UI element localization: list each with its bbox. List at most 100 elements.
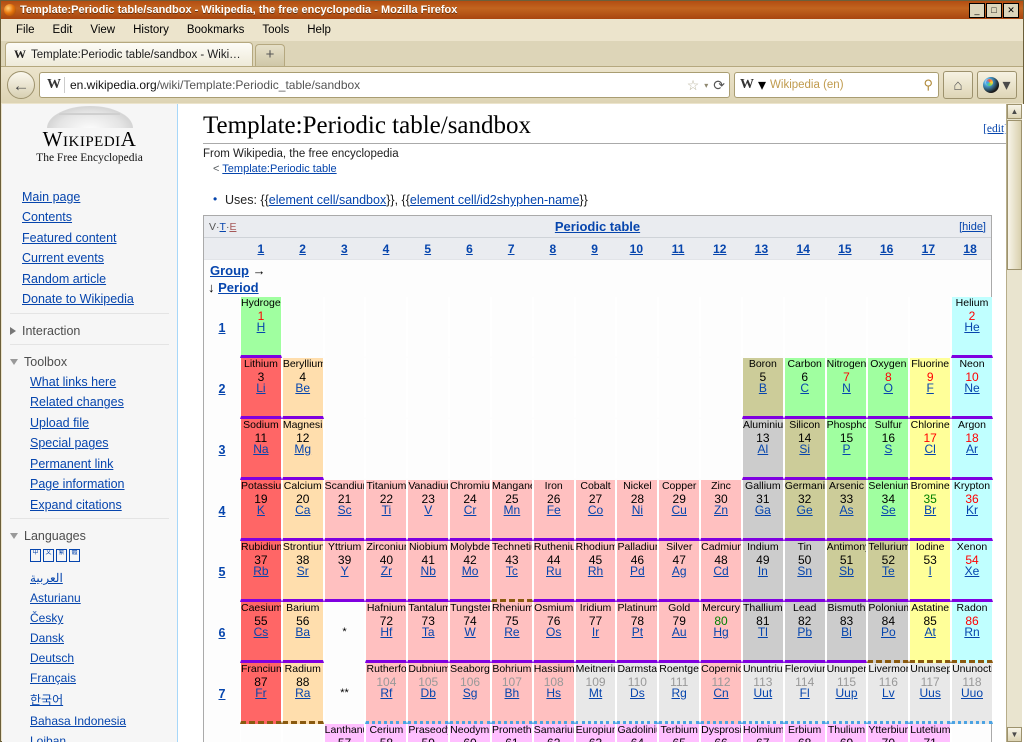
element-cell-er[interactable]: Erbium68Er (783, 724, 826, 742)
element-symbol-link[interactable]: Hf (380, 625, 392, 639)
element-cell-zn[interactable]: Zinc 30 Zn (700, 480, 742, 541)
element-symbol-link[interactable]: Ds (630, 686, 645, 700)
group-link[interactable]: 7 (508, 242, 515, 256)
minimize-button[interactable]: _ (969, 2, 985, 18)
element-cell-ta[interactable]: Tantalum 73 Ta (407, 602, 450, 663)
element-cell-uus[interactable]: Ununseptium117Uus (909, 663, 952, 724)
element-cell-fl[interactable]: Flerovium114Fl (783, 663, 826, 724)
element-symbol-link[interactable]: Sr (297, 564, 309, 578)
back-button[interactable]: ← (7, 71, 35, 99)
search-icon[interactable]: ⚲ (923, 77, 933, 93)
element-symbol-link[interactable]: Rg (672, 686, 687, 700)
element-cell-kr[interactable]: Krypton 36 Kr (951, 480, 993, 541)
element-symbol-link[interactable]: Fl (800, 686, 810, 700)
element-cell-ni[interactable]: Nickel 28 Ni (616, 480, 659, 541)
element-cell-cs[interactable]: Caesium 55 Cs (240, 602, 282, 663)
element-cell-cu[interactable]: Copper 29 Cu (658, 480, 701, 541)
group-link[interactable]: 8 (550, 242, 557, 256)
search-bar[interactable]: W ▾ Wikipedia (en) ⚲ (734, 72, 939, 98)
element-cell-pr[interactable]: Praseodymium59Pr (407, 724, 450, 742)
element-cell-uut[interactable]: Ununtrium113Uut (741, 663, 784, 724)
element-symbol-link[interactable]: As (840, 503, 854, 517)
element-cell-sg[interactable]: Seaborgium106Sg (449, 663, 491, 724)
element-symbol-link[interactable]: Hg (713, 625, 728, 639)
element-symbol-link[interactable]: Sc (338, 503, 352, 517)
element-cell-cr[interactable]: Chromium24Cr (449, 480, 491, 541)
sidebar-item-page-information[interactable]: Page information (30, 477, 171, 491)
element-cell-ho[interactable]: Holmium67Ho (741, 724, 784, 742)
group-link[interactable]: 11 (672, 242, 685, 256)
sidebar-item-lang-cesky[interactable]: Česky (30, 611, 171, 625)
element-cell-f[interactable]: Fluorine 9 F (909, 358, 952, 419)
element-symbol-link[interactable]: Co (588, 503, 603, 517)
element-cell-lv[interactable]: Livermorium116Lv (867, 663, 910, 724)
sidebar-item-donate[interactable]: Donate to Wikipedia (22, 292, 171, 306)
group-link[interactable]: 2 (299, 242, 306, 256)
element-cell-ca[interactable]: Calcium 20 Ca (281, 480, 324, 541)
element-symbol-link[interactable]: Fe (547, 503, 561, 517)
element-symbol-link[interactable]: Ir (592, 625, 599, 639)
element-symbol-link[interactable]: Mg (294, 442, 311, 456)
element-symbol-link[interactable]: Ge (797, 503, 813, 517)
element-symbol-link[interactable]: Uut (754, 686, 773, 700)
element-cell-la[interactable]: Lanthanum57La (323, 724, 366, 742)
element-symbol-link[interactable]: Be (295, 381, 310, 395)
element-symbol-link[interactable]: K (257, 503, 265, 517)
element-cell-k[interactable]: Potassium19K (240, 480, 282, 541)
element-symbol-link[interactable]: Si (799, 442, 810, 456)
navbox-hide-toggle[interactable]: [hide] (959, 221, 986, 233)
group-link[interactable]: 6 (466, 242, 473, 256)
element-cell-nd[interactable]: Neodymium60Nd (449, 724, 491, 742)
menu-history[interactable]: History (124, 22, 178, 38)
element-cell-c[interactable]: Carbon 6 C (783, 358, 826, 419)
menu-help[interactable]: Help (298, 22, 340, 38)
element-symbol-link[interactable]: Br (924, 503, 936, 517)
element-cell-pd[interactable]: Palladium46Pd (616, 541, 659, 602)
sidebar-item-lang-arabic[interactable]: العربية (30, 571, 171, 585)
element-symbol-link[interactable]: Nb (421, 564, 436, 578)
element-cell-bi[interactable]: Bismuth 83 Bi (825, 602, 868, 663)
group-link[interactable]: 14 (797, 242, 810, 256)
element-cell-os[interactable]: Osmium 76 Os (532, 602, 575, 663)
element-symbol-link[interactable]: Po (881, 625, 896, 639)
element-cell-i[interactable]: Iodine 53 I (909, 541, 952, 602)
element-symbol-link[interactable]: Tl (758, 625, 768, 639)
element-cell-rg[interactable]: Roentgenium111Rg (658, 663, 701, 724)
menu-bookmarks[interactable]: Bookmarks (178, 22, 254, 38)
element-symbol-link[interactable]: Na (253, 442, 268, 456)
element-cell-au[interactable]: Gold 79 Au (658, 602, 701, 663)
group-link[interactable]: 1 (258, 242, 265, 256)
element-symbol-link[interactable]: Cn (713, 686, 728, 700)
element-symbol-link[interactable]: Te (882, 564, 895, 578)
element-cell-re[interactable]: Rhenium 75 Re (490, 602, 533, 663)
element-cell-at[interactable]: Astatine 85 At (909, 602, 952, 663)
group-link[interactable]: 12 (713, 242, 726, 256)
element-symbol-link[interactable]: At (924, 625, 935, 639)
element-cell-yb[interactable]: Ytterbium70Yb (867, 724, 910, 742)
browser-tab-active[interactable]: W Template:Periodic table/sandbox - Wiki… (5, 42, 253, 66)
new-tab-button[interactable]: + (255, 44, 285, 66)
period-link[interactable]: 1 (219, 321, 226, 335)
element-symbol-link[interactable]: Pd (630, 564, 645, 578)
element-symbol-link[interactable]: Al (758, 442, 769, 456)
element-cell-rf[interactable]: Rutherfordium104Rf (365, 663, 408, 724)
sidebar-item-lang-deutsch[interactable]: Deutsch (30, 651, 171, 665)
element-symbol-link[interactable]: Tc (506, 564, 518, 578)
element-cell-ga[interactable]: Gallium 31 Ga (741, 480, 784, 541)
element-symbol-link[interactable]: Xe (965, 564, 980, 578)
navbox-title-link[interactable]: Periodic table (555, 219, 640, 234)
firefox-menu-button[interactable]: ▾ (977, 71, 1017, 99)
uses-template-link-2[interactable]: element cell/id2shyphen-name (410, 193, 580, 207)
element-symbol-link[interactable]: Hs (546, 686, 561, 700)
sidebar-item-main-page[interactable]: Main page (22, 190, 171, 204)
sidebar-item-random-article[interactable]: Random article (22, 272, 171, 286)
element-symbol-link[interactable]: Au (672, 625, 687, 639)
element-cell-fe[interactable]: Iron 26 Fe (532, 480, 575, 541)
element-cell-tm[interactable]: Thulium69Tm (825, 724, 868, 742)
element-cell-w[interactable]: Tungsten 74 W (449, 602, 491, 663)
element-cell-nb[interactable]: Niobium 41 Nb (407, 541, 450, 602)
element-symbol-link[interactable]: W (464, 625, 475, 639)
group-link[interactable]: 5 (424, 242, 431, 256)
search-engine-icon[interactable]: W (740, 77, 754, 93)
element-symbol-link[interactable]: Ba (295, 625, 310, 639)
